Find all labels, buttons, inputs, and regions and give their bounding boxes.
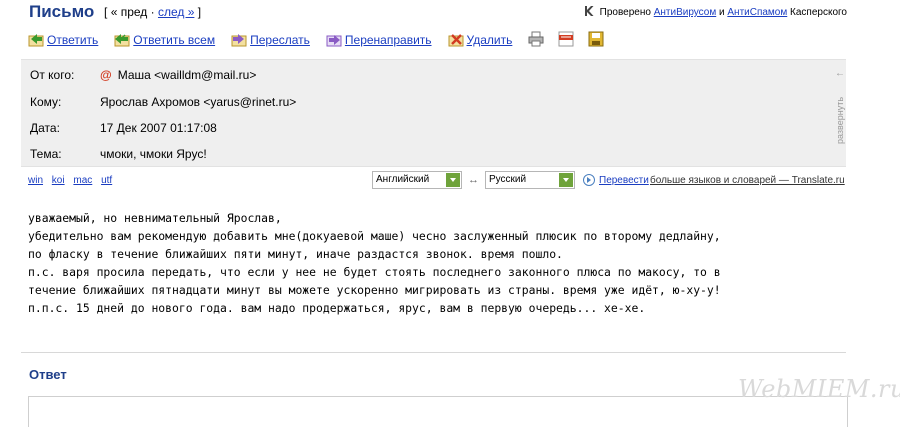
encoding-koi[interactable]: koi xyxy=(52,175,65,186)
antivirus-link[interactable]: АнтиВирусом xyxy=(654,7,717,18)
encoding-win[interactable]: win xyxy=(28,175,43,186)
encoding-links: win koi mac utf xyxy=(28,175,118,186)
forward-icon xyxy=(231,34,247,47)
source-language-value: Английский xyxy=(376,174,430,185)
rfc-source-icon[interactable] xyxy=(558,31,574,50)
encoding-mac[interactable]: mac xyxy=(73,175,92,186)
more-languages-link[interactable]: больше языков и словарей — Translate.ru xyxy=(650,175,845,186)
to-label: Кому: xyxy=(30,95,62,109)
body-line: по фласку в течение ближайших пяти минут… xyxy=(28,247,563,261)
body-line: уважаемый, но невнимательный Ярослав, xyxy=(28,211,282,225)
source-language-select[interactable]: Английский xyxy=(372,171,462,189)
expand-label: развернуть xyxy=(835,97,845,144)
nav-next-link[interactable]: след » xyxy=(158,5,194,19)
nav-prev-label: « пред xyxy=(110,5,148,19)
body-line: течение ближайших пятнадцати минут вы мо… xyxy=(28,283,721,297)
nav-bracket-open: [ xyxy=(104,5,108,19)
expand-arrow-icon: ← xyxy=(835,68,845,79)
redirect-label[interactable]: Перенаправить xyxy=(345,33,432,47)
kaspersky-check: Проверено АнтиВирусом и АнтиСпамом Каспе… xyxy=(584,6,847,18)
encoding-utf[interactable]: utf xyxy=(101,175,112,186)
reply-section-title: Ответ xyxy=(29,367,67,382)
divider xyxy=(21,352,846,353)
check-suffix: Касперского xyxy=(790,7,847,18)
message-header: От кого: @ Маша <wailldm@mail.ru> Кому: Я… xyxy=(21,59,846,167)
nav-bracket-close: ] xyxy=(197,5,202,19)
redirect-icon xyxy=(326,35,342,47)
forward-button[interactable]: Переслать xyxy=(231,32,310,48)
swap-languages-icon[interactable]: ↔ xyxy=(468,174,479,186)
translate-button[interactable]: Перевести xyxy=(583,174,649,186)
delete-label[interactable]: Удалить xyxy=(467,33,513,47)
antispam-link[interactable]: АнтиСпамом xyxy=(727,7,787,18)
nav-separator: · xyxy=(150,5,155,19)
translate-bar: Английский ↔ Русский Перевести xyxy=(372,171,649,189)
subject-label: Тема: xyxy=(30,147,62,161)
date-label: Дата: xyxy=(30,121,60,135)
message-navigation: [ « пред · след » ] xyxy=(104,5,201,19)
reply-all-label[interactable]: Ответить всем xyxy=(133,33,215,47)
reply-icon xyxy=(28,34,44,47)
email-at-icon: @ xyxy=(100,68,112,82)
action-toolbar: Ответить Ответить всем Переслать Перенап… xyxy=(28,30,618,50)
reply-button[interactable]: Ответить xyxy=(28,32,98,48)
forward-label[interactable]: Переслать xyxy=(250,33,310,47)
delete-button[interactable]: Удалить xyxy=(448,32,513,48)
body-line: п.с. варя просила передать, что если у н… xyxy=(28,265,721,279)
check-and: и xyxy=(719,7,725,18)
chevron-down-icon xyxy=(559,173,573,187)
delete-icon xyxy=(448,34,464,47)
kaspersky-logo-icon xyxy=(584,6,594,16)
from-value[interactable]: Маша <wailldm@mail.ru> xyxy=(118,68,257,82)
body-line: убедительно вам рекомендую добавить мне(… xyxy=(28,229,721,243)
watermark: WebMIEM.ru xyxy=(738,375,900,403)
from-label: От кого: xyxy=(30,68,75,82)
redirect-button[interactable]: Перенаправить xyxy=(326,32,432,48)
to-value: Ярослав Ахромов <yarus@rinet.ru> xyxy=(100,95,297,109)
expand-headers-toggle[interactable]: ← развернуть xyxy=(833,66,847,156)
page-title: Письмо xyxy=(29,2,95,21)
subject-value: чмоки, чмоки Ярус! xyxy=(100,147,207,161)
body-line: п.п.с. 15 дней до нового года. вам надо … xyxy=(28,301,646,315)
date-value: 17 Дек 2007 01:17:08 xyxy=(100,121,217,135)
translate-label[interactable]: Перевести xyxy=(599,175,649,186)
reply-all-button[interactable]: Ответить всем xyxy=(114,32,215,48)
save-icon[interactable] xyxy=(588,31,604,50)
target-language-select[interactable]: Русский xyxy=(485,171,575,189)
message-body: уважаемый, но невнимательный Ярослав, убе… xyxy=(28,209,888,317)
reply-all-icon xyxy=(114,34,130,47)
print-icon[interactable] xyxy=(528,31,544,50)
check-prefix: Проверено xyxy=(599,7,651,18)
translate-go-icon xyxy=(583,174,595,186)
target-language-value: Русский xyxy=(489,174,527,185)
reply-label[interactable]: Ответить xyxy=(47,33,98,47)
reply-textarea[interactable] xyxy=(28,396,848,427)
chevron-down-icon xyxy=(446,173,460,187)
